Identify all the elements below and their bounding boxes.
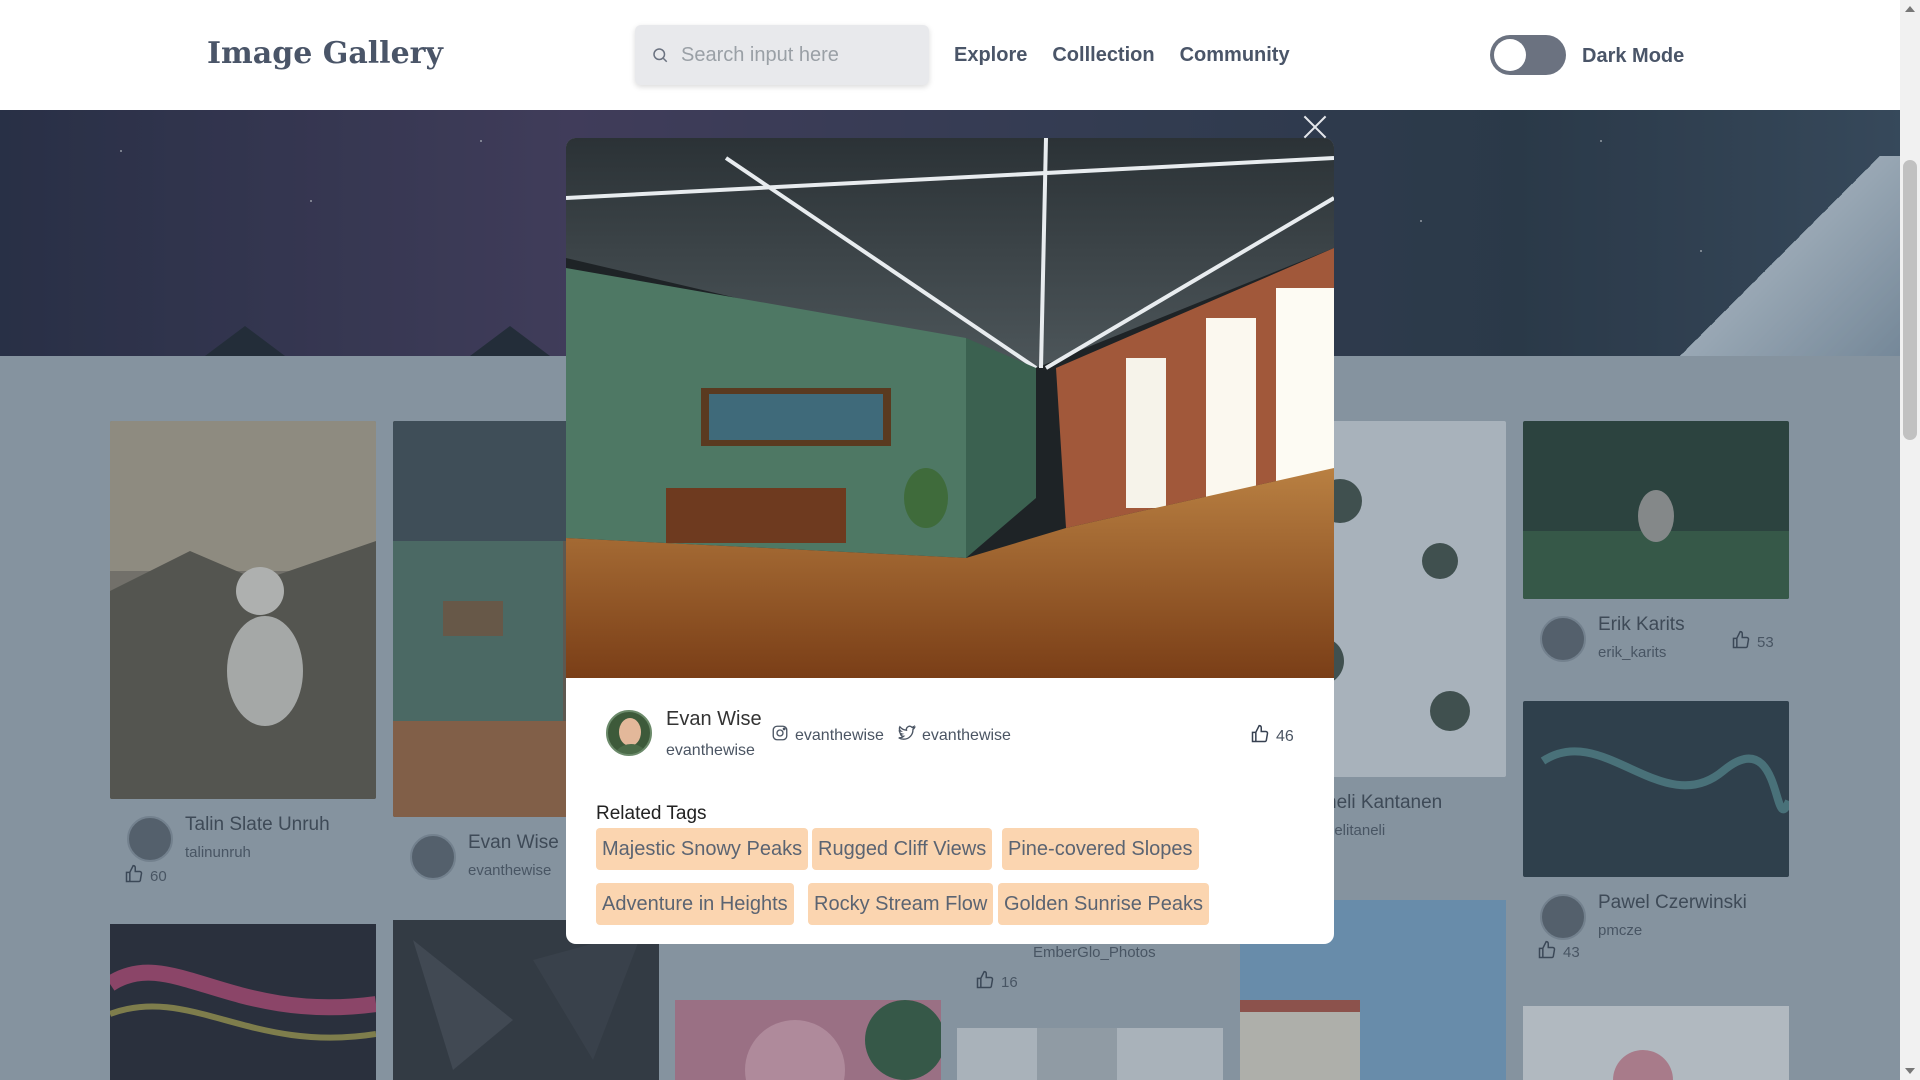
instagram-icon [771,724,789,747]
tag-chip[interactable]: Majestic Snowy Peaks [596,828,809,870]
twitter-handle: evanthewise [922,726,1011,744]
author-avatar[interactable] [606,710,652,756]
modal-author-name[interactable]: Evan Wise [666,708,762,731]
tag-chip[interactable]: Adventure in Heights [596,883,794,925]
modal-author-handle: evanthewise [666,742,755,759]
search-icon [653,48,668,63]
page-scrollbar[interactable] [1900,0,1920,1080]
nav-collection[interactable]: Colllection [1052,44,1154,67]
top-header: Image Gallery Explore Colllection Commun… [0,0,1900,110]
related-tags-title: Related Tags [596,803,707,824]
instagram-handle: evanthewise [795,726,884,744]
modal-like-count: 46 [1276,727,1294,745]
thumbs-up-icon [1250,724,1270,749]
twitter-link[interactable]: evanthewise [898,724,1011,747]
tag-chip[interactable]: Rocky Stream Flow [808,883,994,925]
search-box[interactable] [635,25,929,85]
tag-chip[interactable]: Rugged Cliff Views [812,828,993,870]
instagram-link[interactable]: evanthewise [771,724,884,747]
main-nav: Explore Colllection Community [954,44,1290,67]
nav-explore[interactable]: Explore [954,44,1027,67]
dark-mode-label: Dark Mode [1582,45,1685,67]
tag-chip[interactable]: Golden Sunrise Peaks [998,883,1210,925]
nav-community[interactable]: Community [1180,44,1290,67]
scroll-up-arrow[interactable] [1905,6,1915,12]
toggle-knob [1494,39,1526,71]
search-input[interactable] [681,43,911,67]
scrollbar-thumb[interactable] [1903,160,1917,440]
close-icon[interactable] [1300,112,1330,142]
image-modal: Evan Wise evanthewise evanthewise evanth… [566,138,1334,944]
site-logo[interactable]: Image Gallery [207,36,443,71]
modal-like-button[interactable]: 46 [1250,724,1294,749]
dark-mode-toggle[interactable] [1490,35,1566,75]
scroll-down-arrow[interactable] [1905,1068,1915,1074]
twitter-icon [898,724,917,747]
tag-chip[interactable]: Pine-covered Slopes [1002,828,1199,870]
modal-image [566,138,1334,678]
